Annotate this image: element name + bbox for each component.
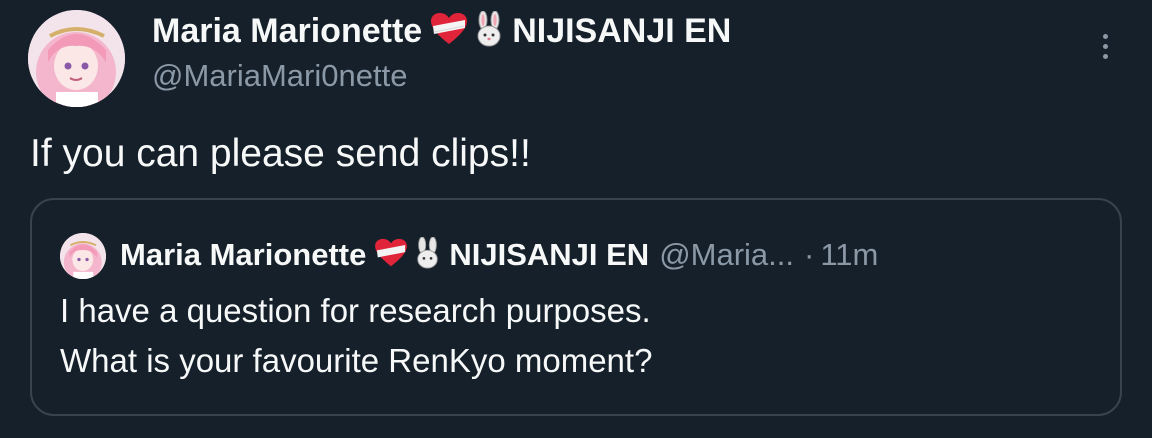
quote-header: Maria Marionette NIJISANJI EN @Maria... … [120, 230, 878, 280]
quote-tweet-card[interactable]: Maria Marionette NIJISANJI EN @Maria... … [30, 198, 1122, 416]
author-display-name[interactable]: Maria Marionette [152, 12, 422, 51]
quote-author-handle[interactable]: @Maria... [659, 237, 794, 273]
bandaged-heart-icon [430, 12, 468, 51]
more-dot [1102, 33, 1108, 39]
more-options-icon[interactable] [1090, 26, 1120, 66]
quote-text-line: I have a question for research purposes. [60, 292, 651, 329]
more-dot [1102, 43, 1108, 49]
author-handle[interactable]: @MariaMari0nette [152, 58, 407, 94]
quote-author-affiliation: NIJISANJI EN [449, 237, 650, 272]
bandaged-heart-icon [374, 238, 408, 273]
quote-timestamp[interactable]: 11m [820, 237, 878, 273]
quote-separator: · [804, 237, 815, 272]
avatar-image [28, 10, 125, 107]
quote-author-avatar[interactable] [60, 233, 106, 279]
author-avatar[interactable] [28, 10, 125, 107]
quote-text-line: What is your favourite RenKyo moment? [60, 342, 653, 379]
quote-author-display-name[interactable]: Maria Marionette [120, 237, 366, 273]
rabbit-face-icon [414, 236, 441, 274]
tweet[interactable]: Maria Marionette NIJISANJI EN @MariaMari… [0, 0, 1152, 438]
author-affiliation: NIJISANJI EN [512, 11, 732, 50]
more-dot [1102, 53, 1108, 59]
tweet-text: If you can please send clips!! [30, 132, 531, 175]
avatar-image [60, 233, 106, 279]
rabbit-face-icon [474, 10, 504, 52]
author-name-row[interactable]: Maria Marionette NIJISANJI EN [152, 6, 731, 56]
